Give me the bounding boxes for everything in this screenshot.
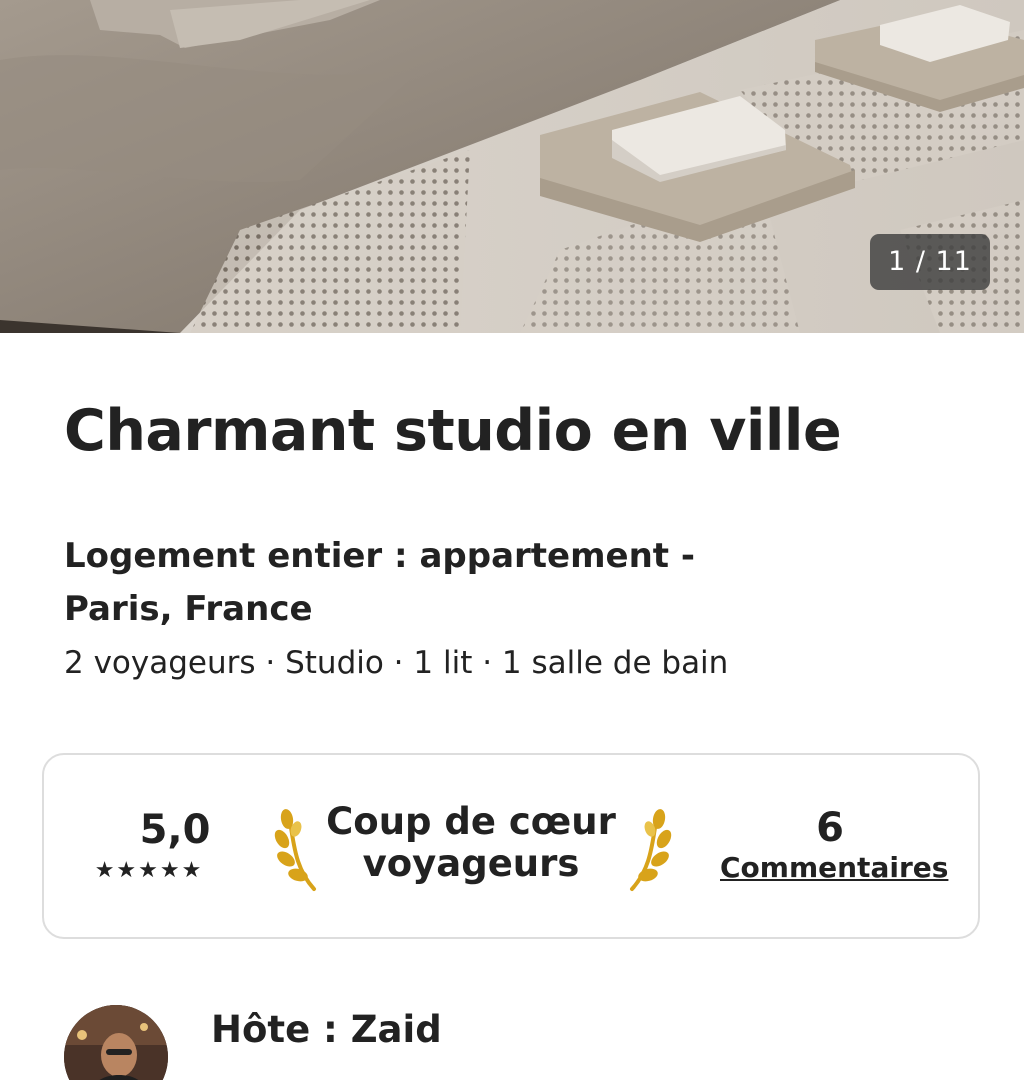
listing-details: 2 voyageurs · Studio · 1 lit · 1 salle d… [64, 645, 729, 681]
listing-subtitle: Logement entier : appartement - Paris, F… [64, 536, 696, 629]
host-avatar[interactable] [64, 1005, 168, 1080]
reviews-link[interactable]: Commentaires [720, 851, 948, 884]
rating-stars: ★★★★★ [94, 858, 204, 883]
listing-title: Charmant studio en ville [64, 398, 842, 464]
photo-counter-badge: 1 / 11 [870, 234, 990, 290]
host-photo-image [64, 1005, 168, 1080]
reviews-count: 6 [816, 805, 844, 851]
laurel-left-icon [274, 809, 316, 891]
listing-page: 1 / 11 Charmant studio en ville Logement… [0, 0, 1024, 1080]
listing-photo[interactable]: 1 / 11 [0, 0, 1024, 333]
guest-favorite-label: Coup de cœur voyageurs [326, 800, 616, 885]
laurel-right-icon [630, 809, 672, 891]
guest-favorite-card[interactable]: 5,0 ★★★★★ Coup de cœur voyageurs 6 Comme… [42, 753, 980, 939]
rating-score: 5,0 [139, 807, 211, 853]
host-name: Hôte : Zaid [211, 1008, 442, 1051]
